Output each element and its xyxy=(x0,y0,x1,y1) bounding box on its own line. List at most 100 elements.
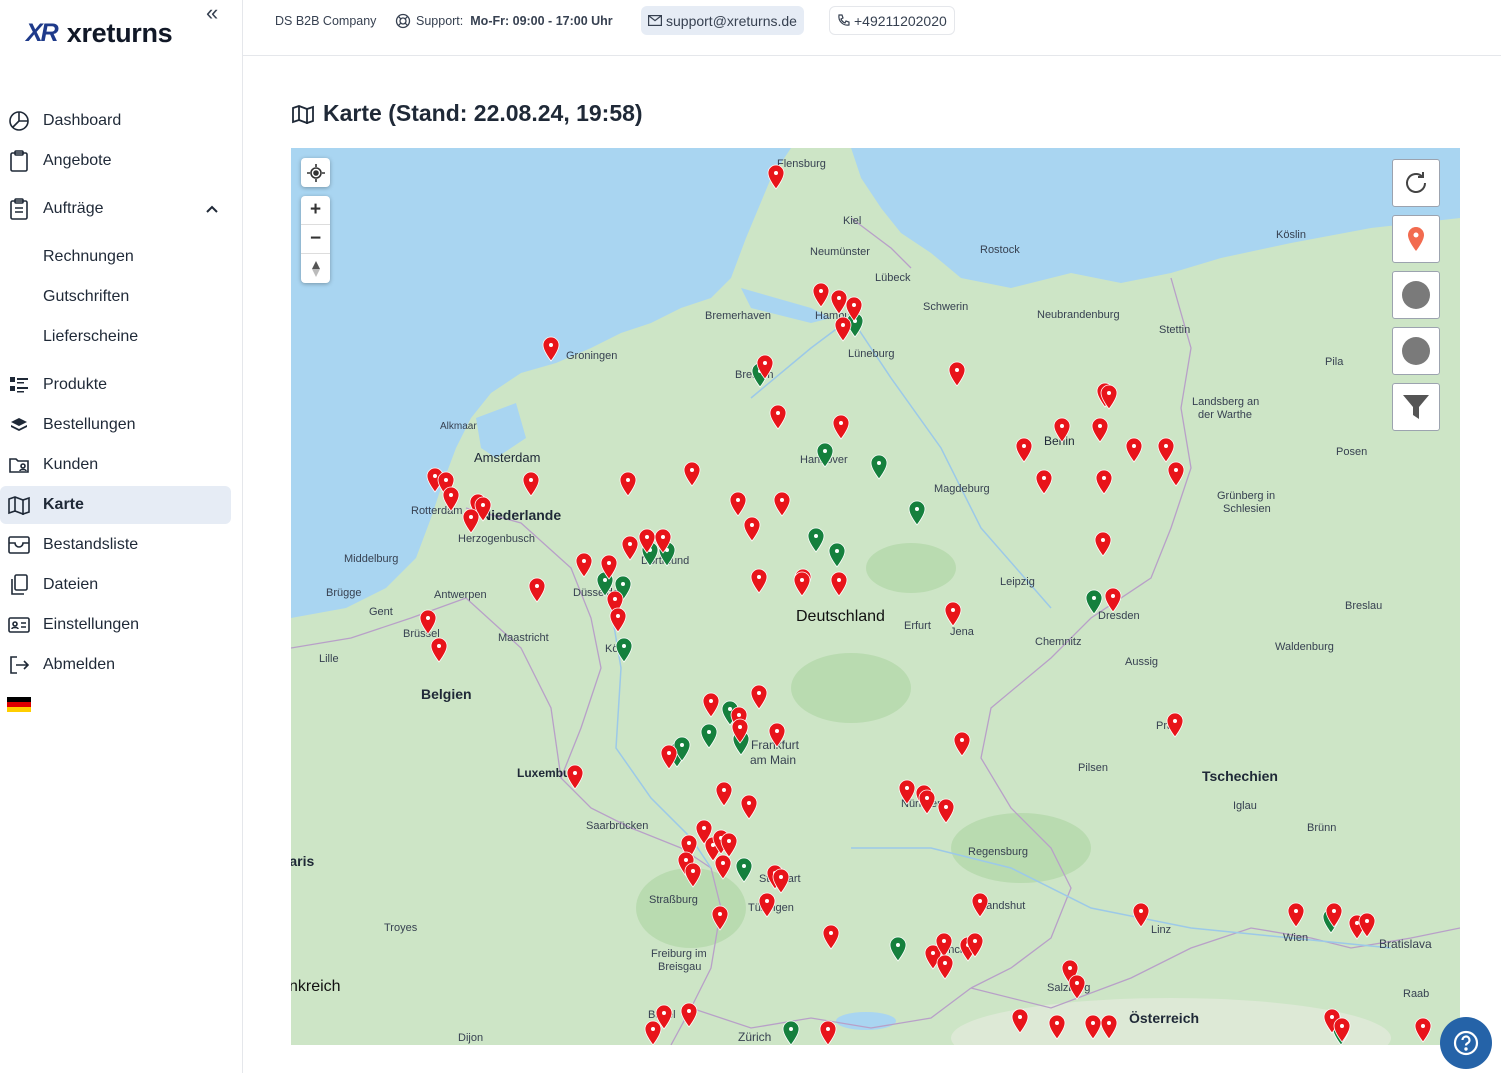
compass-button[interactable] xyxy=(301,254,330,283)
red-map-marker[interactable] xyxy=(937,798,955,824)
zoom-in-button[interactable]: + xyxy=(301,196,330,225)
red-map-marker[interactable] xyxy=(684,862,702,888)
nav-item-karte[interactable]: Karte xyxy=(0,486,231,524)
red-map-marker[interactable] xyxy=(750,684,768,710)
red-map-marker[interactable] xyxy=(1094,531,1112,557)
red-map-marker[interactable] xyxy=(819,1020,837,1045)
red-map-marker[interactable] xyxy=(660,744,678,770)
support-phone[interactable]: +49211202020 xyxy=(829,6,955,35)
red-map-marker[interactable] xyxy=(832,414,850,440)
green-map-marker[interactable] xyxy=(700,723,718,749)
red-map-marker[interactable] xyxy=(621,535,639,561)
nav-item-bestandsliste[interactable]: Bestandsliste xyxy=(0,526,231,564)
locate-me-button[interactable] xyxy=(301,158,330,187)
red-map-marker[interactable] xyxy=(714,854,732,880)
nav-item-lieferscheine[interactable]: Lieferscheine xyxy=(0,318,231,356)
red-map-marker[interactable] xyxy=(830,571,848,597)
red-map-marker[interactable] xyxy=(715,781,733,807)
red-map-marker[interactable] xyxy=(566,764,584,790)
red-map-marker[interactable] xyxy=(654,528,672,554)
marker-toggle-button[interactable] xyxy=(1392,215,1440,263)
red-map-marker[interactable] xyxy=(1414,1017,1432,1043)
circle-toggle-button-1[interactable] xyxy=(1392,271,1440,319)
red-map-marker[interactable] xyxy=(1015,437,1033,463)
green-map-marker[interactable] xyxy=(908,500,926,526)
red-map-marker[interactable] xyxy=(822,924,840,950)
logo[interactable]: XR xreturns xyxy=(26,18,173,49)
nav-item-kunden[interactable]: Kunden xyxy=(0,446,231,484)
red-map-marker[interactable] xyxy=(542,336,560,362)
red-map-marker[interactable] xyxy=(740,794,758,820)
green-map-marker[interactable] xyxy=(735,857,753,883)
red-map-marker[interactable] xyxy=(812,282,830,308)
red-map-marker[interactable] xyxy=(1325,902,1343,928)
nav-item-einstellungen[interactable]: Einstellungen xyxy=(0,606,231,644)
map-view[interactable]: Flensburg Kiel Neumünster Rostock Köslin… xyxy=(291,148,1460,1045)
nav-item-dashboard[interactable]: Dashboard xyxy=(0,102,231,140)
nav-item-auftraege[interactable]: Aufträge xyxy=(0,190,231,228)
red-map-marker[interactable] xyxy=(793,571,811,597)
red-map-marker[interactable] xyxy=(619,471,637,497)
nav-item-bestellungen[interactable]: Bestellungen xyxy=(0,406,231,444)
red-map-marker[interactable] xyxy=(1100,1014,1118,1040)
red-map-marker[interactable] xyxy=(1125,437,1143,463)
red-map-marker[interactable] xyxy=(419,609,437,635)
support-email[interactable]: support@xreturns.de xyxy=(641,6,804,35)
red-map-marker[interactable] xyxy=(1091,417,1109,443)
red-map-marker[interactable] xyxy=(729,491,747,517)
red-map-marker[interactable] xyxy=(462,508,480,534)
red-map-marker[interactable] xyxy=(1095,469,1113,495)
circle-toggle-button-2[interactable] xyxy=(1392,327,1440,375)
red-map-marker[interactable] xyxy=(430,637,448,663)
red-map-marker[interactable] xyxy=(442,486,460,512)
red-map-marker[interactable] xyxy=(575,552,593,578)
red-map-marker[interactable] xyxy=(1157,437,1175,463)
red-map-marker[interactable] xyxy=(644,1020,662,1045)
red-map-marker[interactable] xyxy=(1358,912,1376,938)
red-map-marker[interactable] xyxy=(948,361,966,387)
red-map-marker[interactable] xyxy=(1035,469,1053,495)
red-map-marker[interactable] xyxy=(758,892,776,918)
refresh-button[interactable] xyxy=(1392,159,1440,207)
red-map-marker[interactable] xyxy=(966,932,984,958)
nav-item-dateien[interactable]: Dateien xyxy=(0,566,231,604)
red-map-marker[interactable] xyxy=(600,554,618,580)
red-map-marker[interactable] xyxy=(834,316,852,342)
green-map-marker[interactable] xyxy=(1085,589,1103,615)
red-map-marker[interactable] xyxy=(1100,384,1118,410)
filter-button[interactable] xyxy=(1392,383,1440,431)
nav-item-gutschriften[interactable]: Gutschriften xyxy=(0,278,231,316)
red-map-marker[interactable] xyxy=(918,789,936,815)
red-map-marker[interactable] xyxy=(1068,974,1086,1000)
red-map-marker[interactable] xyxy=(683,461,701,487)
red-map-marker[interactable] xyxy=(769,404,787,430)
red-map-marker[interactable] xyxy=(944,601,962,627)
red-map-marker[interactable] xyxy=(750,568,768,594)
red-map-marker[interactable] xyxy=(773,491,791,517)
red-map-marker[interactable] xyxy=(1287,902,1305,928)
red-map-marker[interactable] xyxy=(680,1002,698,1028)
nav-item-produkte[interactable]: Produkte xyxy=(0,366,231,404)
red-map-marker[interactable] xyxy=(756,354,774,380)
red-map-marker[interactable] xyxy=(1053,417,1071,443)
red-map-marker[interactable] xyxy=(1048,1014,1066,1040)
red-map-marker[interactable] xyxy=(1166,712,1184,738)
collapse-sidebar-icon[interactable]: « xyxy=(206,0,218,26)
red-map-marker[interactable] xyxy=(772,868,790,894)
red-map-marker[interactable] xyxy=(522,471,540,497)
green-map-marker[interactable] xyxy=(870,454,888,480)
red-map-marker[interactable] xyxy=(528,577,546,603)
green-map-marker[interactable] xyxy=(816,442,834,468)
red-map-marker[interactable] xyxy=(971,892,989,918)
nav-item-abmelden[interactable]: Abmelden xyxy=(0,646,231,684)
red-map-marker[interactable] xyxy=(1104,587,1122,613)
red-map-marker[interactable] xyxy=(767,164,785,190)
red-map-marker[interactable] xyxy=(936,954,954,980)
nav-item-rechnungen[interactable]: Rechnungen xyxy=(0,238,231,276)
red-map-marker[interactable] xyxy=(1011,1008,1029,1034)
green-map-marker[interactable] xyxy=(828,542,846,568)
green-map-marker[interactable] xyxy=(889,936,907,962)
help-button[interactable] xyxy=(1440,1017,1492,1069)
red-map-marker[interactable] xyxy=(711,905,729,931)
red-map-marker[interactable] xyxy=(702,692,720,718)
